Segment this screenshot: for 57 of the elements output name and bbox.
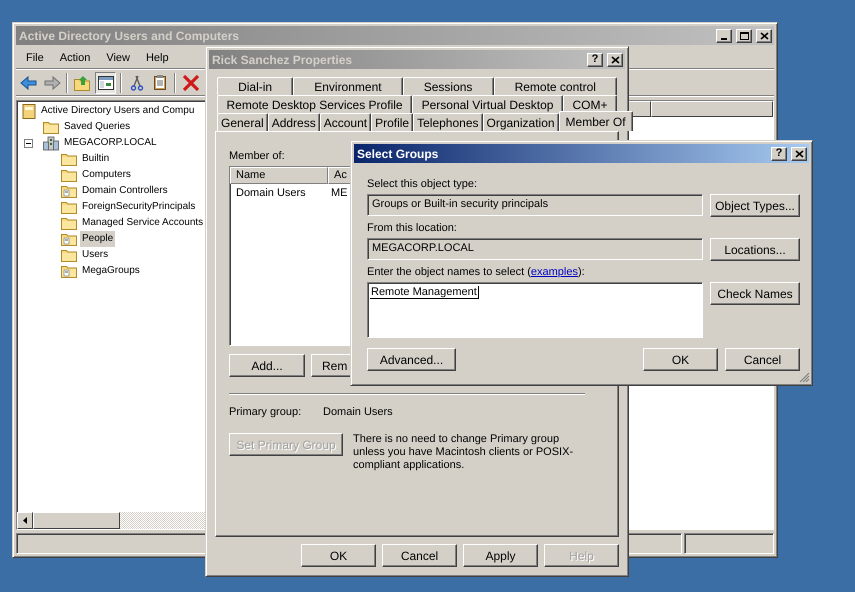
tab[interactable]: Telephones bbox=[413, 113, 482, 131]
tree-item[interactable]: Active Directory Users and Compu bbox=[39, 103, 196, 119]
tree-item[interactable]: Domain Controllers bbox=[80, 183, 170, 199]
table-cell-text: ME bbox=[330, 187, 348, 199]
dialog-button[interactable]: Apply bbox=[463, 544, 538, 567]
object-types-button[interactable]: Object Types... bbox=[710, 194, 800, 217]
field-label: Select this object type: bbox=[367, 178, 478, 192]
tab[interactable]: Personal Virtual Desktop bbox=[412, 95, 563, 113]
tab[interactable]: Dial-in bbox=[217, 77, 294, 95]
advanced-button[interactable]: Advanced... bbox=[367, 348, 456, 371]
dialog-button[interactable]: OK bbox=[301, 544, 376, 567]
tree-item[interactable]: MegaGroups bbox=[80, 263, 142, 279]
add-button[interactable]: Add... bbox=[229, 354, 305, 377]
dialog-button[interactable]: Cancel bbox=[725, 348, 800, 371]
locations-button[interactable]: Locations... bbox=[710, 238, 800, 261]
menu-item[interactable]: Help bbox=[138, 50, 177, 66]
tree-item[interactable]: Builtin bbox=[80, 151, 112, 167]
list-label: Member of: bbox=[229, 150, 285, 162]
field-label: Enter the object names to select (examples): bbox=[367, 266, 586, 280]
window-title: Rick Sanchez Properties bbox=[212, 52, 354, 66]
object-type-field[interactable]: Groups or Built-in security principals bbox=[367, 194, 703, 216]
column-header[interactable]: Name bbox=[230, 167, 328, 184]
tab[interactable]: Account bbox=[320, 113, 372, 131]
tree-item[interactable]: MEGACORP.LOCAL bbox=[62, 135, 159, 151]
tree-item[interactable]: Saved Queries bbox=[62, 119, 132, 135]
menu-item[interactable]: Action bbox=[52, 50, 98, 66]
field-label: Primary group: bbox=[229, 406, 302, 418]
tab[interactable]: Sessions bbox=[402, 77, 494, 95]
dialog-button[interactable]: OK bbox=[643, 348, 718, 371]
window-title: Active Directory Users and Computers bbox=[19, 28, 240, 42]
names-field[interactable]: Remote Management bbox=[367, 282, 703, 338]
tree-item[interactable]: People bbox=[80, 231, 116, 247]
help-button[interactable]: ? bbox=[587, 52, 603, 66]
tab[interactable]: Profile bbox=[371, 113, 414, 131]
field-label: From this location: bbox=[367, 222, 458, 236]
field-value: Domain Users bbox=[323, 406, 393, 418]
tab[interactable]: Address bbox=[268, 113, 320, 131]
menu-item[interactable]: File bbox=[18, 50, 52, 66]
table-cell-text: Domain Users bbox=[235, 187, 307, 199]
tab[interactable]: Remote control bbox=[494, 77, 618, 95]
tab[interactable]: Member Of bbox=[558, 111, 633, 131]
examples-link[interactable]: examples bbox=[530, 266, 578, 278]
tab[interactable]: Environment bbox=[293, 77, 403, 95]
tab[interactable]: Organization bbox=[482, 113, 559, 131]
tree-item[interactable]: ForeignSecurityPrincipals bbox=[80, 199, 198, 215]
menu-item[interactable]: View bbox=[98, 50, 138, 66]
tree-item[interactable]: Computers bbox=[80, 167, 133, 183]
window-title: Select Groups bbox=[357, 146, 440, 160]
tab[interactable]: Remote Desktop Services Profile bbox=[217, 95, 412, 113]
info-text: There is no need to change Primary group unless you have Macintosh clients or POSIX-compliant applications. bbox=[353, 433, 574, 472]
location-field[interactable]: MEGACORP.LOCAL bbox=[367, 238, 703, 260]
dialog-button[interactable]: Cancel bbox=[382, 544, 457, 567]
check-names-button[interactable]: Check Names bbox=[710, 282, 800, 305]
help-button[interactable]: ? bbox=[771, 146, 787, 160]
tab[interactable]: General bbox=[217, 113, 268, 131]
tree-item[interactable]: Users bbox=[80, 247, 110, 263]
tree-item[interactable]: Managed Service Accounts bbox=[80, 215, 206, 231]
